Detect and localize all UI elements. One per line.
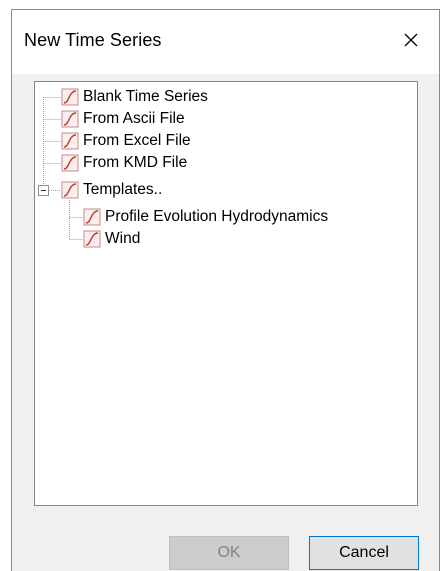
time-series-icon (83, 230, 101, 248)
tree-item-label: Profile Evolution Hydrodynamics (105, 208, 329, 225)
tree-item-label: Wind (105, 230, 141, 247)
tree-item-from-ascii-file[interactable]: From Ascii File (61, 108, 185, 130)
time-series-icon (61, 110, 79, 128)
templates-expander[interactable] (38, 185, 49, 196)
tree-item-label: From Ascii File (83, 110, 185, 127)
dialog-title: New Time Series (24, 30, 162, 50)
template-tree[interactable]: Blank Time Series From Ascii File From E… (34, 81, 418, 506)
new-time-series-dialog: New Time Series Blank Time Series From A… (11, 9, 440, 571)
tree-item-blank-time-series[interactable]: Blank Time Series (61, 86, 208, 108)
tree-item-templates[interactable]: Templates.. (61, 179, 162, 201)
time-series-icon (61, 88, 79, 106)
tree-item-profile-evolution-hydrodynamics[interactable]: Profile Evolution Hydrodynamics (83, 206, 328, 228)
title-bar: New Time Series (12, 10, 439, 74)
time-series-icon (61, 154, 79, 172)
tree-item-label: From Excel File (83, 132, 191, 149)
cancel-button[interactable]: Cancel (309, 536, 419, 570)
tree-item-from-excel-file[interactable]: From Excel File (61, 130, 191, 152)
time-series-icon (61, 132, 79, 150)
tree-item-label: From KMD File (83, 154, 188, 171)
tree-item-label: Blank Time Series (83, 88, 208, 105)
tree-item-wind[interactable]: Wind (83, 228, 140, 250)
ok-button[interactable]: OK (169, 536, 289, 570)
close-button[interactable] (383, 10, 439, 74)
tree-item-label: Templates.. (83, 181, 163, 198)
time-series-icon (61, 181, 79, 199)
close-icon (404, 33, 418, 52)
time-series-icon (83, 208, 101, 226)
tree-item-from-kmd-file[interactable]: From KMD File (61, 152, 187, 174)
